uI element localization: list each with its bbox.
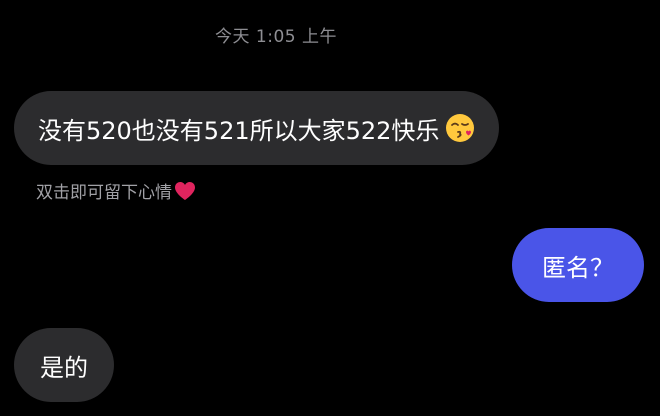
kissing-heart-emoji-icon — [445, 113, 475, 143]
double-tap-reaction-hint: 双击即可留下心情 — [36, 178, 196, 203]
hint-text: 双击即可留下心情 — [36, 183, 172, 203]
message-text: 匿名？ — [542, 253, 614, 282]
message-bubble-incoming[interactable]: 是的 — [14, 328, 114, 402]
message-bubble-incoming[interactable]: 没有520也没有521所以大家522快乐 — [14, 91, 500, 165]
message-timestamp: 今天 1:05 上午 — [215, 27, 337, 47]
message-text: 是的 — [40, 353, 88, 382]
red-heart-icon — [174, 181, 196, 201]
message-bubble-outgoing[interactable]: 匿名？ — [512, 228, 644, 302]
message-text: 没有520也没有521所以大家522快乐 — [38, 116, 440, 145]
